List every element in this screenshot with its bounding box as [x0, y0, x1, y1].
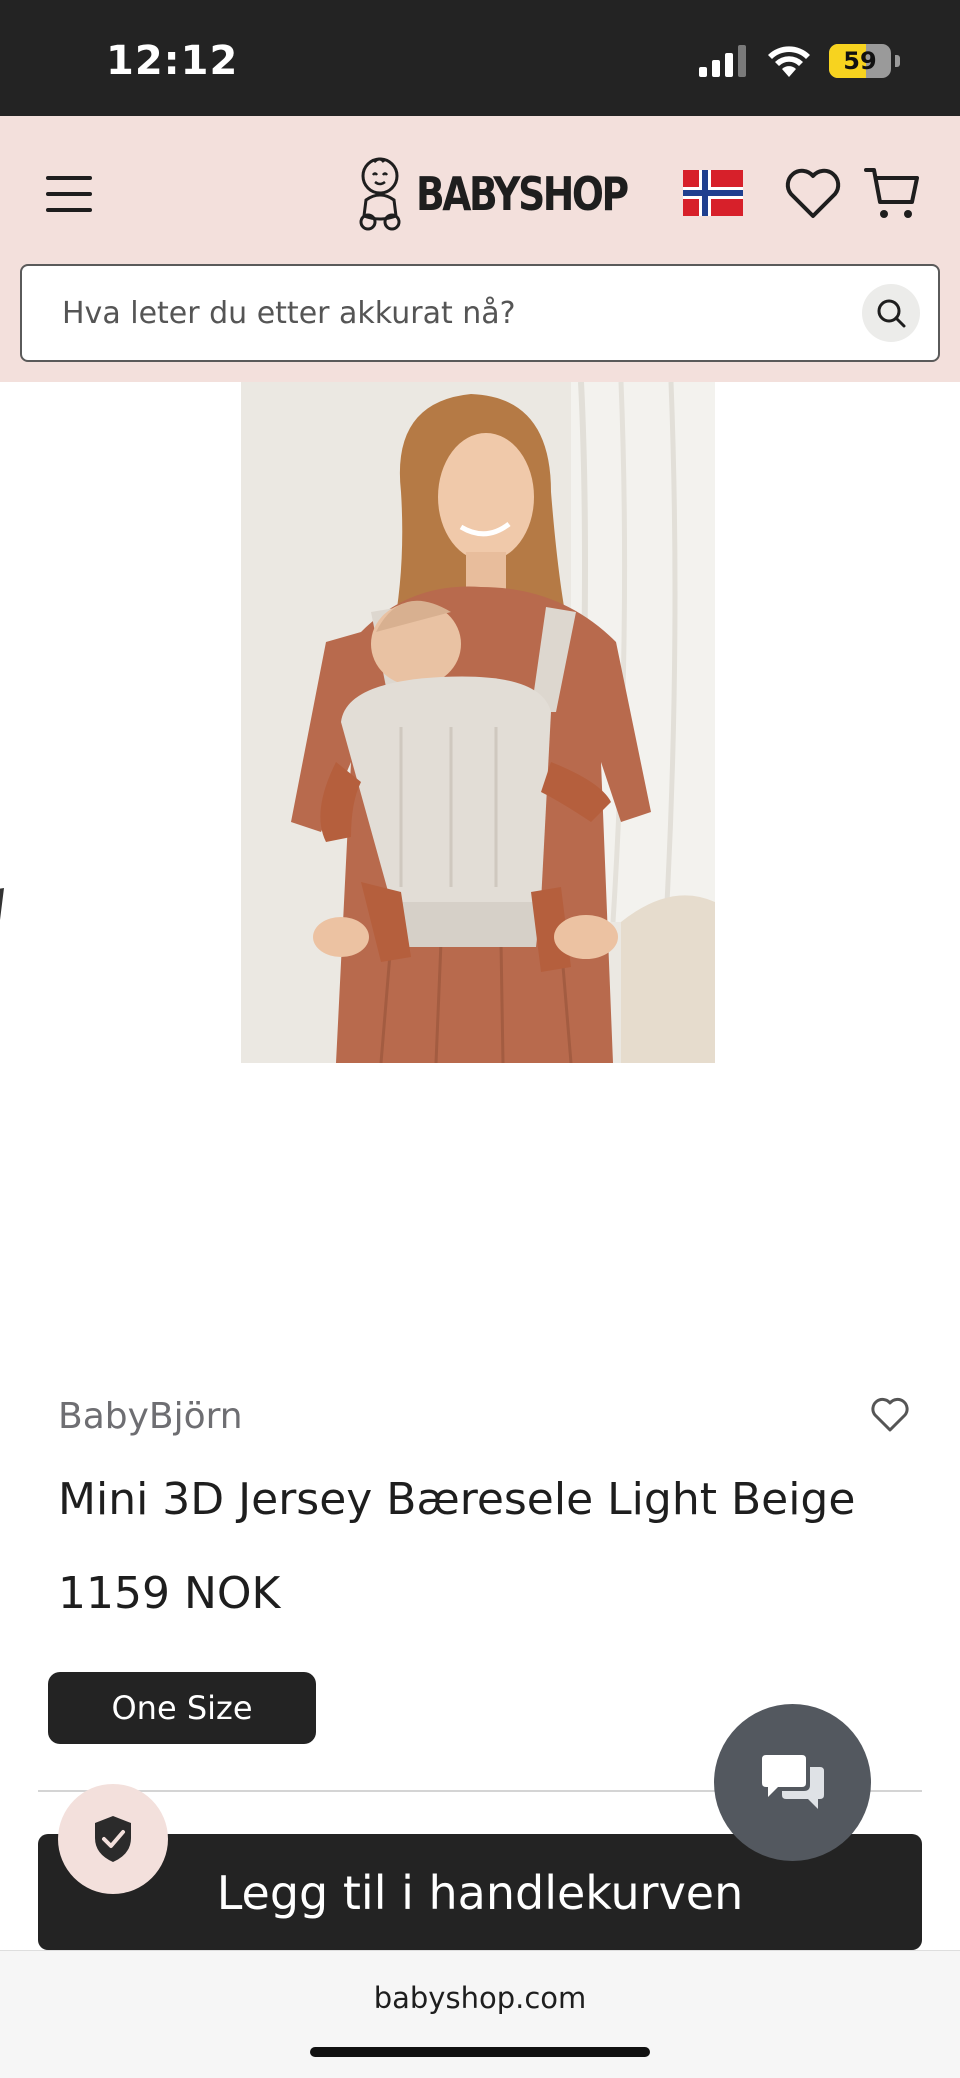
- battery-nub: [895, 55, 900, 67]
- chat-button[interactable]: [714, 1704, 871, 1861]
- product-brand[interactable]: BabyBjörn: [58, 1396, 243, 1437]
- shield-check-icon: [95, 1816, 131, 1862]
- battery-level: 59: [843, 47, 877, 75]
- add-to-cart-label: Legg til i handlekurven: [216, 1866, 744, 1920]
- baby-logo-icon: [359, 157, 401, 231]
- size-option-button[interactable]: One Size: [48, 1672, 316, 1744]
- product-price: 1159 NOK: [58, 1568, 281, 1619]
- site-header: BABYSHOP: [0, 116, 960, 382]
- product-wishlist-button[interactable]: [870, 1396, 910, 1434]
- search-icon: [877, 299, 906, 328]
- search-bar: [20, 264, 940, 362]
- site-logo[interactable]: BABYSHOP: [354, 156, 673, 232]
- menu-button[interactable]: [46, 176, 92, 212]
- browser-bottom-bar: babyshop.com: [0, 1950, 960, 2078]
- cart-button[interactable]: [864, 164, 920, 222]
- trust-badge[interactable]: [58, 1784, 168, 1894]
- heart-icon: [871, 1397, 909, 1432]
- product-image[interactable]: [241, 382, 715, 1063]
- home-indicator[interactable]: [310, 2047, 650, 2057]
- norway-flag-icon[interactable]: [683, 170, 743, 216]
- product-photo: [241, 382, 715, 1063]
- heart-icon: [785, 168, 841, 218]
- cellular-signal-icon: [699, 45, 746, 77]
- size-option-label: One Size: [111, 1689, 253, 1727]
- browser-url[interactable]: babyshop.com: [0, 1981, 960, 2015]
- cart-icon: [864, 168, 919, 218]
- wishlist-button[interactable]: [784, 166, 842, 220]
- status-bar: 12:12 59: [0, 0, 960, 116]
- battery-icon: 59: [829, 44, 891, 78]
- product-title: Mini 3D Jersey Bæresele Light Beige: [58, 1474, 856, 1525]
- logo-text: BABYSHOP: [416, 167, 629, 221]
- chat-icon: [761, 1754, 824, 1809]
- search-input[interactable]: [62, 266, 842, 360]
- status-icons: 59: [699, 44, 900, 78]
- wifi-icon: [768, 46, 810, 77]
- search-button[interactable]: [862, 284, 920, 342]
- menu-icon: [46, 176, 92, 180]
- status-time: 12:12: [106, 38, 239, 84]
- previous-image-edge[interactable]: [0, 880, 8, 940]
